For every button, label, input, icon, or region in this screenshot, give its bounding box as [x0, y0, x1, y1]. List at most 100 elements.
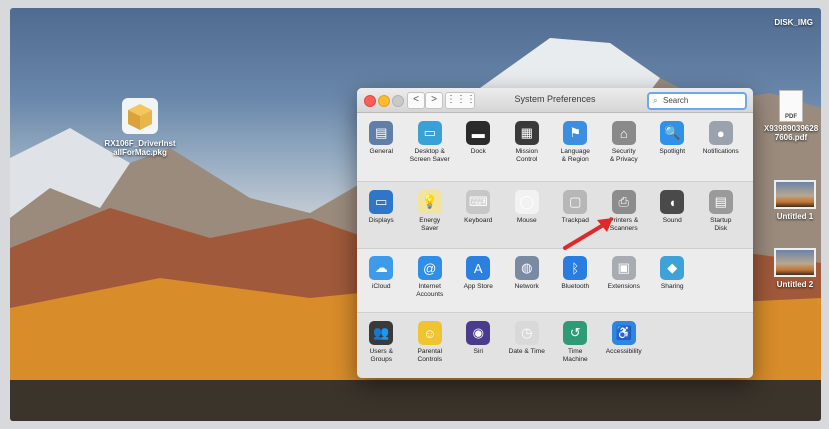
disk-image-label: DISK_IMG — [774, 18, 813, 27]
pref-mission-control[interactable]: ▦ Mission Control — [503, 113, 552, 181]
untitled-1-label: Untitled 1 — [776, 212, 814, 221]
pref-label: Notifications — [702, 148, 739, 155]
date-time-icon: ◷ — [514, 321, 539, 345]
keyboard-icon: ⌨ — [466, 190, 491, 214]
pref-label: Mission Control — [515, 148, 538, 163]
mission-control-icon: ▦ — [514, 121, 539, 145]
pref-label: Accessibility — [605, 348, 642, 355]
dock-icon: ▬ — [466, 121, 491, 145]
mouse-icon: ◯ — [514, 190, 539, 214]
pkg-filename-line1: RX106F_DriverInst — [104, 139, 176, 148]
pref-notifications[interactable]: ● Notifications — [697, 113, 746, 181]
pref-label: Displays — [368, 217, 394, 224]
pref-label: Sharing — [660, 283, 684, 290]
trackpad-icon: ▢ — [563, 190, 588, 214]
package-icon — [120, 96, 160, 136]
pdf-filename-line1: X93989039628 — [763, 124, 819, 133]
pref-general[interactable]: ▤ General — [357, 113, 406, 181]
pref-label: Dock — [470, 148, 486, 155]
extensions-icon: ▣ — [611, 256, 636, 280]
accessibility-icon: ♿ — [611, 321, 636, 345]
time-machine-icon: ↺ — [563, 321, 588, 345]
startup-disk-icon: ▤ — [708, 190, 733, 214]
pref-label: Energy Saver — [419, 217, 441, 232]
desktop-pkg-file[interactable]: RX106F_DriverInst allForMac.pkg — [95, 96, 185, 157]
prefs-row-system: 👥 Users & Groups ☺ Parental Controls ◉ Siri ◷ D… — [357, 313, 753, 378]
pref-mouse[interactable]: ◯ Mouse — [503, 182, 552, 248]
search-field[interactable]: ⌕ Search — [647, 92, 747, 110]
bluetooth-icon: ᛒ — [563, 256, 588, 280]
image-thumbnail-icon — [774, 248, 816, 277]
app-store-icon: A — [466, 256, 491, 280]
pref-accessibility[interactable]: ♿ Accessibility — [600, 313, 649, 378]
pref-date-time[interactable]: ◷ Date & Time — [503, 313, 552, 378]
pref-language-region[interactable]: ⚑ Language & Region — [551, 113, 600, 181]
pref-label: App Store — [463, 283, 493, 290]
notifications-icon: ● — [708, 121, 733, 145]
desktop-untitled-2[interactable]: Untitled 2 — [770, 248, 820, 289]
pref-label: Startup Disk — [710, 217, 732, 232]
spotlight-icon: 🔍 — [660, 121, 685, 145]
pref-keyboard[interactable]: ⌨ Keyboard — [454, 182, 503, 248]
desktop-screensaver-icon: ▭ — [417, 121, 442, 145]
pref-sharing[interactable]: ◆ Sharing — [648, 248, 697, 312]
desktop-pdf-file[interactable]: PDF X93989039628 7606.pdf — [758, 90, 821, 142]
untitled-2-label: Untitled 2 — [776, 280, 814, 289]
parental-controls-icon: ☺ — [417, 321, 442, 345]
pref-users-groups[interactable]: 👥 Users & Groups — [357, 313, 406, 378]
icloud-icon: ☁ — [369, 256, 394, 280]
red-arrow-annotation — [563, 218, 613, 250]
search-placeholder: Search — [663, 96, 689, 105]
pkg-filename-line2: allForMac.pkg — [113, 148, 167, 157]
pref-app-store[interactable]: A App Store — [454, 248, 503, 312]
pdf-filename-line2: 7606.pdf — [774, 133, 808, 142]
pref-icloud[interactable]: ☁ iCloud — [357, 248, 406, 312]
system-preferences-window: < > ⋮⋮⋮ System Preferences ⌕ Search ▤ Gen… — [357, 88, 753, 378]
pref-label: Language & Region — [560, 148, 590, 163]
pref-extensions[interactable]: ▣ Extensions — [600, 248, 649, 312]
pref-label: Internet Accounts — [416, 283, 444, 298]
internet-accounts-icon: @ — [417, 256, 442, 280]
siri-icon: ◉ — [466, 321, 491, 345]
pref-displays[interactable]: ▭ Displays — [357, 182, 406, 248]
displays-icon: ▭ — [369, 190, 394, 214]
pref-label: Sound — [662, 217, 682, 224]
pref-label: Mouse — [516, 217, 537, 224]
pref-network[interactable]: ◍ Network — [503, 248, 552, 312]
pref-time-machine[interactable]: ↺ Time Machine — [551, 313, 600, 378]
prefs-row-personal: ▤ General ▭ Desktop & Screen Saver ▬ Dock ▦ Mis… — [357, 113, 753, 181]
pref-parental-controls[interactable]: ☺ Parental Controls — [406, 313, 455, 378]
desktop-untitled-1[interactable]: Untitled 1 — [770, 180, 820, 221]
pref-label: Spotlight — [659, 148, 686, 155]
pref-label: Parental Controls — [417, 348, 443, 363]
pref-label: Bluetooth — [561, 283, 590, 290]
language-region-icon: ⚑ — [563, 121, 588, 145]
pref-label: Date & Time — [508, 348, 545, 355]
pref-siri[interactable]: ◉ Siri — [454, 313, 503, 378]
sharing-icon: ◆ — [660, 256, 685, 280]
sound-icon: ◖ — [660, 190, 685, 214]
pref-label: Time Machine — [562, 348, 588, 363]
pref-label: Siri — [473, 348, 484, 355]
pref-label: Network — [514, 283, 539, 290]
pref-label: Extensions — [607, 283, 640, 290]
pref-label: Users & Groups — [369, 348, 393, 363]
pref-label: General — [369, 148, 393, 155]
pref-sound[interactable]: ◖ Sound — [648, 182, 697, 248]
pref-security-privacy[interactable]: ⌂ Security & Privacy — [600, 113, 649, 181]
pref-desktop-screensaver[interactable]: ▭ Desktop & Screen Saver — [406, 113, 455, 181]
pref-bluetooth[interactable]: ᛒ Bluetooth — [551, 248, 600, 312]
title-bar[interactable]: < > ⋮⋮⋮ System Preferences ⌕ Search — [357, 88, 753, 113]
pref-label: Desktop & Screen Saver — [409, 148, 450, 163]
pref-dock[interactable]: ▬ Dock — [454, 113, 503, 181]
pref-spotlight[interactable]: 🔍 Spotlight — [648, 113, 697, 181]
pref-energy-saver[interactable]: 💡 Energy Saver — [406, 182, 455, 248]
security-privacy-icon: ⌂ — [611, 121, 636, 145]
pref-label: iCloud — [371, 283, 391, 290]
prefs-row-hardware: ▭ Displays 💡 Energy Saver ⌨ Keyboard ◯ Mouse ▢ Tr… — [357, 182, 753, 248]
image-thumbnail-icon — [774, 180, 816, 209]
pref-internet-accounts[interactable]: @ Internet Accounts — [406, 248, 455, 312]
search-icon: ⌕ — [653, 96, 658, 105]
pref-startup-disk[interactable]: ▤ Startup Disk — [697, 182, 746, 248]
pref-label: Keyboard — [464, 217, 493, 224]
